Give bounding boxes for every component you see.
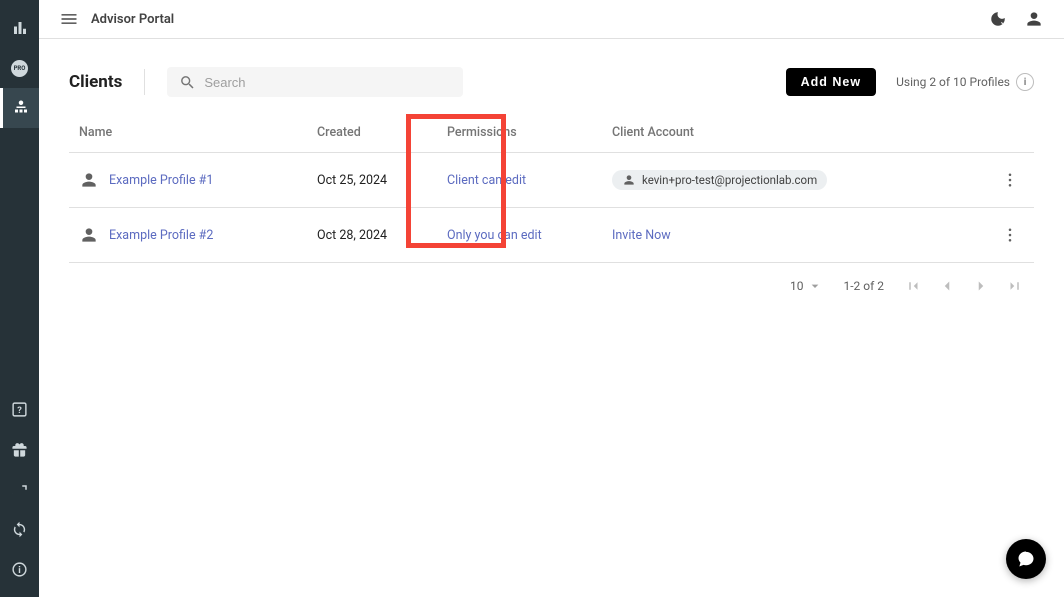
sidebar-item-clients[interactable]: [0, 88, 39, 128]
chat-fab[interactable]: [1006, 539, 1046, 579]
add-new-button[interactable]: Add New: [786, 68, 876, 96]
bar-chart-icon: [11, 19, 29, 37]
page-title: Clients: [69, 72, 122, 92]
profile-link[interactable]: Example Profile #1: [109, 173, 213, 188]
person-icon: [1024, 9, 1044, 29]
page-range: 1-2 of 2: [843, 279, 884, 293]
chevron-left-icon: [938, 277, 956, 295]
theme-toggle-button[interactable]: [980, 1, 1016, 37]
row-actions-button[interactable]: [996, 166, 1024, 194]
first-page-button[interactable]: [904, 277, 922, 295]
next-page-button[interactable]: [972, 277, 990, 295]
svg-text:?: ?: [17, 405, 22, 416]
info-icon[interactable]: i: [1016, 73, 1034, 91]
help-square-icon: ?: [11, 401, 28, 418]
dropdown-icon: [807, 278, 823, 294]
sync-icon: [11, 521, 28, 538]
trending-icon: [11, 480, 29, 498]
table-row: Example Profile #2 Oct 28, 2024 Only you…: [69, 208, 1034, 263]
account-email: kevin+pro-test@projectionlab.com: [642, 173, 817, 187]
more-vert-icon: [1001, 171, 1019, 189]
permissions-link[interactable]: Only you can edit: [447, 228, 542, 243]
person-tree-icon: [12, 99, 30, 117]
sidebar-item-help[interactable]: ?: [0, 389, 39, 429]
sidebar-item-analytics[interactable]: [0, 469, 39, 509]
sidebar-item-pro[interactable]: PRO: [0, 48, 39, 88]
menu-button[interactable]: [51, 1, 87, 37]
pro-badge-icon: PRO: [11, 60, 28, 77]
theme-icon: [989, 10, 1007, 28]
info-icon: [11, 561, 28, 578]
column-name: Name: [69, 113, 307, 153]
clients-table: Name Created Permissions Client Account …: [69, 113, 1034, 263]
account-button[interactable]: [1016, 1, 1052, 37]
sidebar: PRO ?: [0, 0, 39, 597]
sidebar-item-info[interactable]: [0, 549, 39, 589]
column-permissions: Permissions: [437, 113, 602, 153]
created-cell: Oct 28, 2024: [307, 208, 437, 263]
profile-link[interactable]: Example Profile #2: [109, 228, 213, 243]
main-content: Clients Add New Using 2 of 10 Profiles i…: [39, 39, 1064, 597]
person-icon: [79, 170, 99, 190]
app-header: Advisor Portal: [39, 0, 1064, 39]
column-created: Created: [307, 113, 437, 153]
sidebar-item-gift[interactable]: [0, 429, 39, 469]
usage-text: Using 2 of 10 Profiles: [896, 75, 1010, 89]
header-title: Advisor Portal: [91, 12, 174, 27]
sidebar-item-sync[interactable]: [0, 509, 39, 549]
account-chip[interactable]: kevin+pro-test@projectionlab.com: [612, 170, 827, 190]
person-icon: [79, 225, 99, 245]
permissions-link[interactable]: Client can edit: [447, 173, 526, 188]
divider: [144, 69, 145, 95]
row-actions-button[interactable]: [996, 221, 1024, 249]
chat-icon: [1016, 549, 1036, 569]
toolbar: Clients Add New Using 2 of 10 Profiles i: [69, 67, 1034, 97]
prev-page-button[interactable]: [938, 277, 956, 295]
sidebar-item-dashboard[interactable]: [0, 8, 39, 48]
first-page-icon: [904, 277, 922, 295]
search-box[interactable]: [167, 67, 463, 97]
column-account: Client Account: [602, 113, 986, 153]
pagination: 10 1-2 of 2: [69, 263, 1034, 309]
last-page-button[interactable]: [1006, 277, 1024, 295]
last-page-icon: [1006, 277, 1024, 295]
search-icon: [179, 74, 196, 91]
chevron-right-icon: [972, 277, 990, 295]
created-cell: Oct 25, 2024: [307, 153, 437, 208]
usage-indicator: Using 2 of 10 Profiles i: [896, 73, 1034, 91]
person-icon: [622, 173, 636, 187]
gift-icon: [11, 441, 28, 458]
search-input[interactable]: [204, 75, 451, 90]
more-vert-icon: [1001, 226, 1019, 244]
hamburger-icon: [59, 9, 79, 29]
invite-link[interactable]: Invite Now: [612, 228, 671, 243]
table-row: Example Profile #1 Oct 25, 2024 Client c…: [69, 153, 1034, 208]
page-size-value: 10: [790, 279, 804, 293]
page-size-select[interactable]: 10: [790, 278, 824, 294]
